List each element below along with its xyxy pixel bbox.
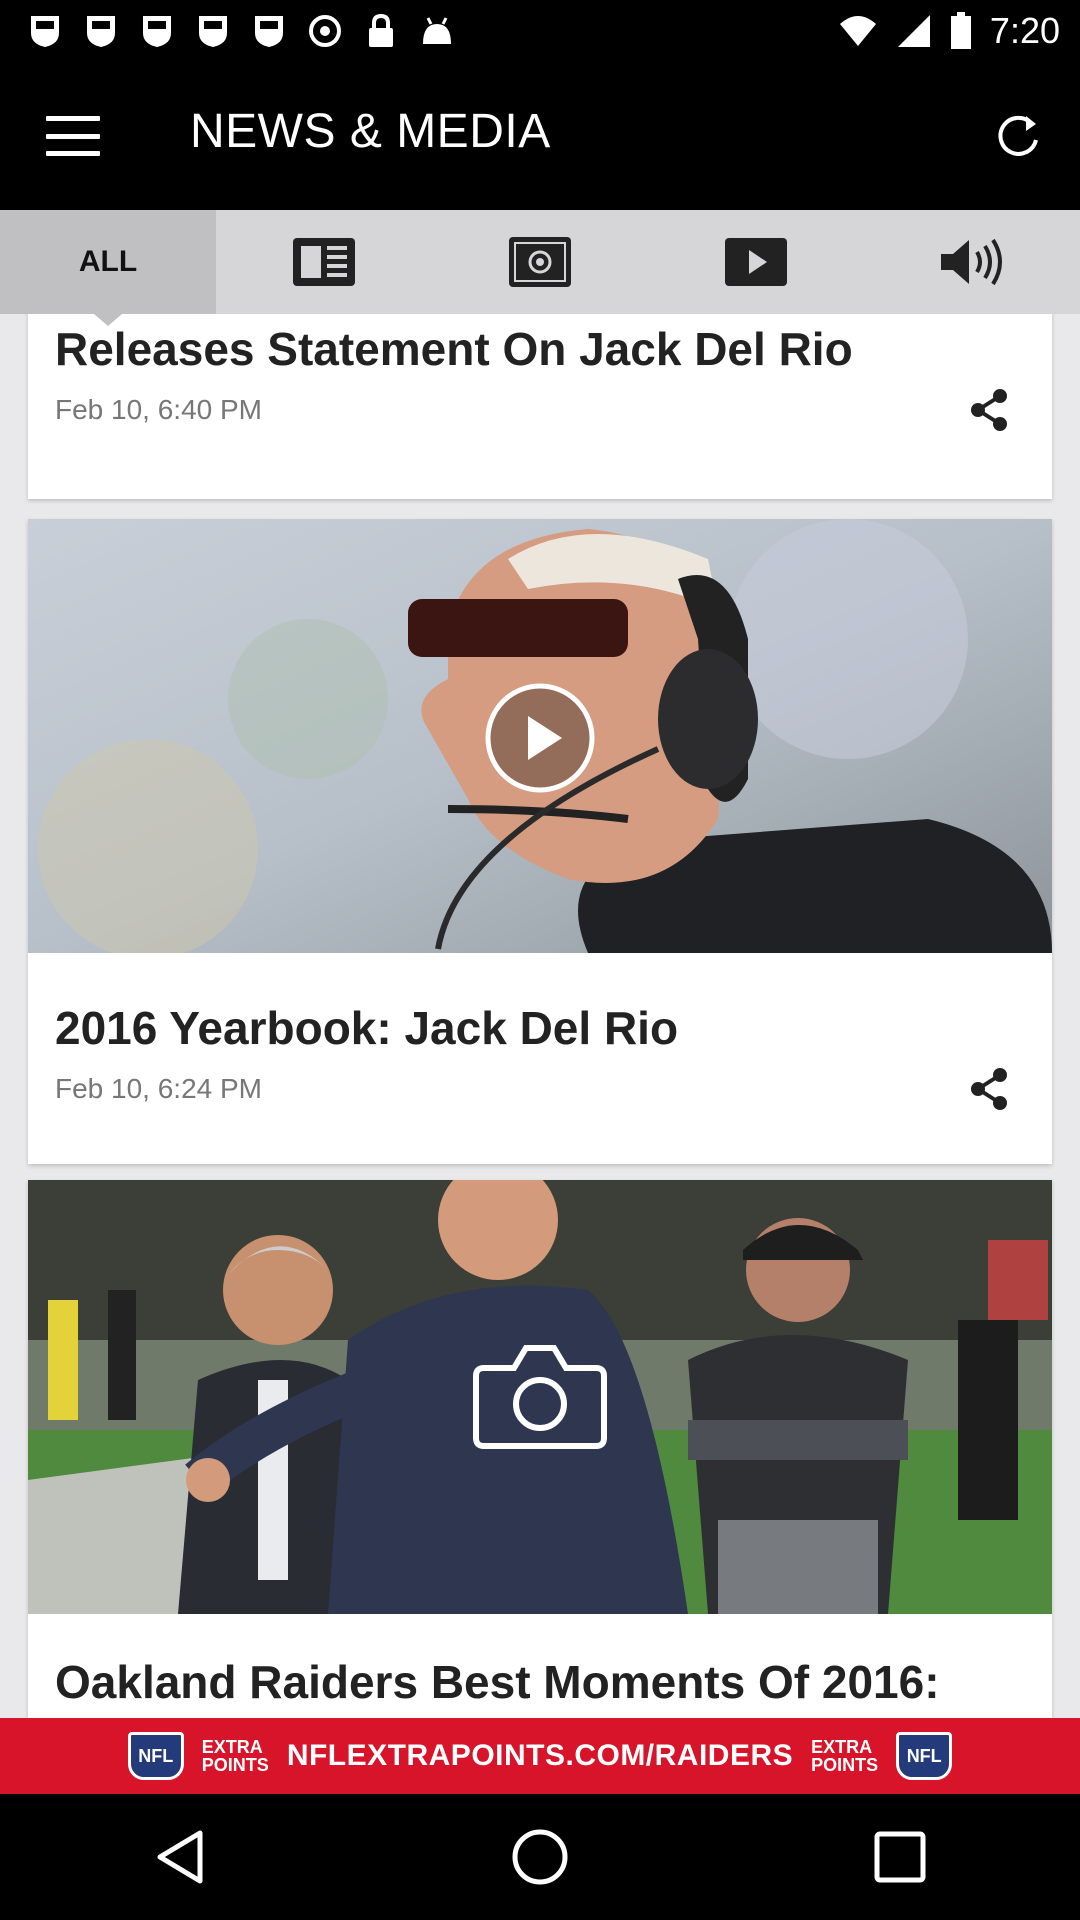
tab-audio[interactable]	[864, 210, 1080, 314]
recents-icon	[874, 1831, 926, 1883]
nfl-shield-icon: NFL	[127, 1732, 184, 1780]
card-title[interactable]: 2016 Yearbook: Jack Del Rio	[55, 1001, 678, 1055]
menu-icon-line	[46, 151, 100, 156]
nfl-shield-icon	[250, 12, 288, 50]
app-bar: NEWS & MEDIA	[0, 62, 1080, 210]
play-icon[interactable]	[484, 682, 596, 794]
ad-banner[interactable]: NFL EXTRA POINTS NFLEXTRAPOINTS.COM/RAID…	[0, 1718, 1080, 1794]
card-title[interactable]: Releases Statement On Jack Del Rio	[55, 322, 853, 376]
android-icon	[418, 12, 456, 50]
home-button[interactable]	[495, 1812, 585, 1902]
video-icon	[725, 238, 787, 286]
video-thumbnail[interactable]	[28, 519, 1052, 953]
card-title[interactable]: Oakland Raiders Best Moments Of 2016:	[55, 1655, 940, 1709]
tab-videos[interactable]	[648, 210, 864, 314]
extra-points-badge: EXTRA POINTS	[811, 1737, 879, 1775]
status-time: 7:20	[989, 10, 1060, 51]
refresh-icon	[998, 115, 1038, 156]
share-button[interactable]	[968, 1067, 1012, 1111]
nfl-shield-icon	[26, 12, 64, 50]
news-card[interactable]: Oakland Raiders Best Moments Of 2016:	[28, 1180, 1052, 1718]
system-nav-bar	[0, 1794, 1080, 1920]
menu-icon-line	[46, 133, 100, 139]
ad-text: NFLEXTRAPOINTS.COM/RAIDERS	[286, 1739, 794, 1772]
tab-all[interactable]: ALL	[0, 210, 216, 326]
share-button[interactable]	[968, 388, 1012, 432]
recents-button[interactable]	[855, 1812, 945, 1902]
refresh-button[interactable]	[986, 104, 1050, 168]
share-icon	[971, 1068, 1007, 1110]
notification-icons	[26, 12, 456, 50]
menu-button[interactable]	[42, 110, 104, 162]
card-date: Feb 10, 6:24 PM	[55, 1073, 263, 1104]
photos-icon	[509, 237, 571, 287]
extra-points-badge: EXTRA POINTS	[201, 1737, 269, 1775]
media-filter-tabs: ALL	[0, 210, 1080, 326]
tab-photos[interactable]	[432, 210, 648, 314]
news-card[interactable]: Releases Statement On Jack Del Rio Feb 1…	[28, 314, 1052, 499]
tab-all-label: ALL	[78, 245, 138, 278]
nfl-shield-icon	[82, 12, 120, 50]
news-card[interactable]: 2016 Yearbook: Jack Del Rio Feb 10, 6:24…	[28, 519, 1052, 1164]
articles-icon	[293, 238, 355, 286]
battery-icon	[950, 12, 971, 49]
menu-icon-line	[46, 116, 100, 121]
audio-icon	[941, 238, 1002, 286]
photo-thumbnail[interactable]	[28, 1180, 1052, 1614]
tab-articles[interactable]	[216, 210, 432, 314]
card-date: Feb 10, 6:40 PM	[55, 394, 263, 425]
home-icon	[512, 1829, 568, 1885]
signal-icon	[897, 15, 930, 47]
camera-icon[interactable]	[470, 1338, 610, 1452]
nfl-shield-icon: NFL	[896, 1732, 953, 1780]
sync-icon	[306, 12, 344, 50]
nfl-shield-icon	[138, 12, 176, 50]
news-feed[interactable]: Releases Statement On Jack Del Rio Feb 1…	[0, 314, 1080, 1718]
back-icon	[157, 1830, 203, 1884]
back-button[interactable]	[135, 1812, 225, 1902]
page-title: NEWS & MEDIA	[190, 105, 551, 158]
share-icon	[971, 389, 1007, 431]
wifi-icon	[839, 16, 876, 46]
status-bar: 7:20	[0, 0, 1080, 62]
nfl-shield-icon	[194, 12, 232, 50]
lock-icon	[362, 12, 400, 50]
